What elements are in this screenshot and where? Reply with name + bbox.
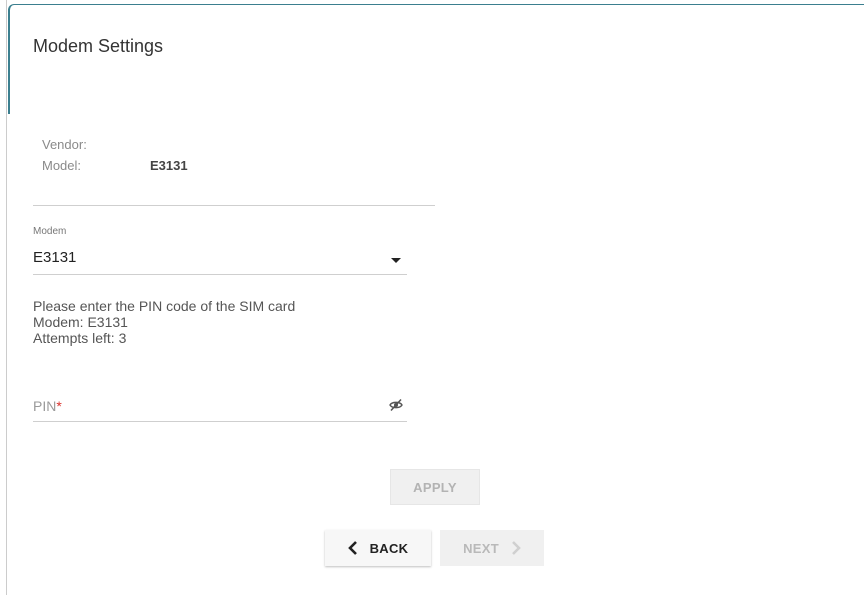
next-button[interactable]: NEXT bbox=[440, 530, 544, 566]
vendor-label: Vendor: bbox=[42, 137, 87, 152]
pin-message-line1: Please enter the PIN code of the SIM car… bbox=[33, 298, 296, 314]
model-label: Model: bbox=[42, 158, 82, 173]
pin-message-line2: Modem: E3131 bbox=[33, 314, 128, 330]
chevron-down-icon bbox=[391, 258, 401, 263]
pin-input[interactable] bbox=[33, 392, 377, 418]
eye-off-icon[interactable] bbox=[389, 398, 403, 412]
modem-select-label: Modem bbox=[33, 226, 67, 237]
modem-select[interactable]: E3131 bbox=[33, 244, 407, 275]
back-button[interactable]: BACK bbox=[325, 530, 431, 566]
model-value: E3131 bbox=[150, 158, 188, 173]
next-button-label: NEXT bbox=[463, 540, 499, 556]
title-card bbox=[8, 4, 864, 114]
info-divider bbox=[33, 205, 435, 206]
left-border bbox=[6, 0, 7, 595]
apply-button[interactable]: APPLY bbox=[390, 469, 480, 505]
pin-message-line3: Attempts left: 3 bbox=[33, 330, 127, 346]
pin-field: PIN* bbox=[33, 388, 407, 422]
page-title: Modem Settings bbox=[33, 36, 164, 56]
chevron-left-icon bbox=[347, 541, 357, 555]
back-button-label: BACK bbox=[369, 540, 409, 556]
chevron-right-icon bbox=[512, 541, 521, 555]
modem-select-value: E3131 bbox=[33, 249, 77, 266]
